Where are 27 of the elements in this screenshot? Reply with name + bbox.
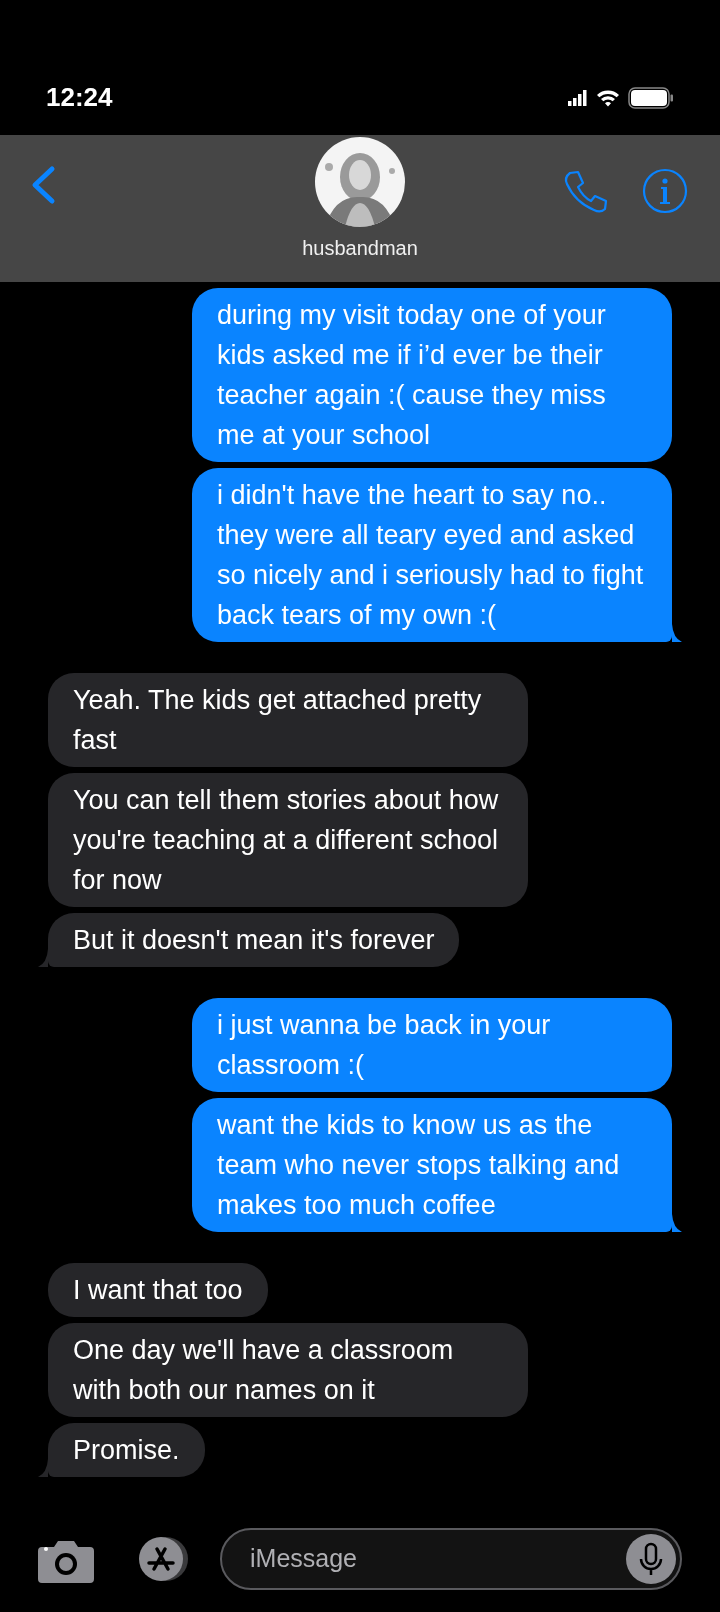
bubble-tail [38,949,48,967]
info-icon [642,168,688,214]
phone-icon [562,169,608,215]
status-time: 12:24 [46,81,113,114]
bubble-tail [672,624,682,642]
message-bubble: i just wanna be back in your classroom :( [192,998,672,1092]
message-bubble: I want that too [48,1263,268,1317]
message-bubble: Yeah. The kids get attached pretty fast [48,673,528,767]
message-bubble: One day we'll have a classroom with both our names on it [48,1323,528,1417]
bubble-tail [672,1214,682,1232]
microphone-icon[interactable] [626,1534,676,1584]
signal-icon [568,89,588,106]
message-bubble: i didn't have the heart to say no.. they were all teary eyed and asked so nicely and i seriously had to fight back tears of my own :( [192,468,672,642]
back-icon [30,165,56,205]
message-bubble: want the kids to know us as the team who never stops talking and makes too much coffee [192,1098,672,1232]
message-bubble: during my visit today one of your kids asked me if i’d ever be their teacher again :( cause they miss me at your school [192,288,672,462]
message-input[interactable]: iMessage [220,1528,682,1590]
message-bubble: You can tell them stories about how you're teaching at a different school for now [48,773,528,907]
bubble-tail [38,1459,48,1477]
info-button[interactable] [642,168,688,214]
call-button[interactable] [562,169,608,215]
message-bubble: But it doesn't mean it's forever [48,913,460,967]
contact-name[interactable]: husbandman [302,233,418,263]
message-field[interactable]: iMessage [250,1540,626,1578]
wifi-icon [596,88,620,107]
message-bubble: Promise. [48,1423,205,1477]
battery-icon [628,86,674,109]
